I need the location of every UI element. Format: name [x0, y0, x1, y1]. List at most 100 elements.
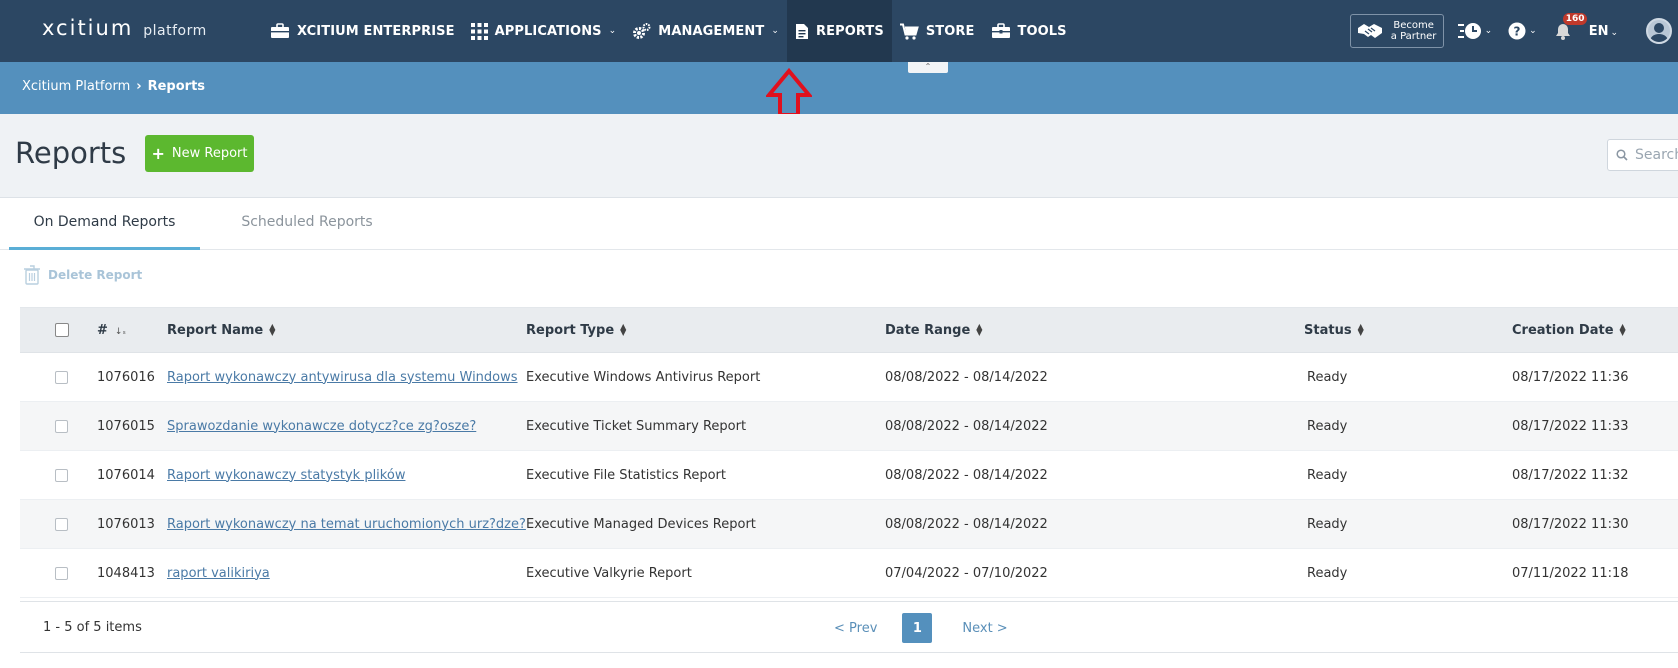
row-select-cell	[20, 566, 97, 580]
pagination: < Prev 1 Next >	[834, 613, 1008, 643]
sort-icon: ▲ ▼	[1357, 322, 1364, 337]
column-label: Status	[1304, 322, 1352, 338]
cell-date-range: 08/08/2022 - 08/14/2022	[885, 418, 1048, 434]
search-placeholder: Search	[1635, 147, 1678, 163]
page-title: Reports	[15, 136, 127, 170]
nav-label: APPLICATIONS	[494, 23, 602, 39]
breadcrumb-current: Reports	[147, 79, 206, 94]
tab-on-demand-reports[interactable]: On Demand Reports	[9, 198, 200, 250]
report-link[interactable]: raport valikiriya	[167, 566, 270, 581]
cell-type: Executive Valkyrie Report	[526, 565, 692, 581]
row-select-cell	[20, 370, 97, 384]
column-label: Report Name	[167, 322, 264, 338]
cell-name: Raport wykonawczy statystyk plików	[167, 468, 526, 483]
document-icon	[796, 23, 809, 39]
sort-icon: ▲ ▼	[976, 322, 983, 337]
cell-status: Ready	[1307, 369, 1348, 385]
gears-icon	[633, 22, 651, 39]
table-row: 1076015 Sprawozdanie wykonawcze dotycz?c…	[20, 402, 1678, 451]
plus-icon: +	[151, 144, 165, 163]
tab-scheduled-reports[interactable]: Scheduled Reports	[210, 198, 404, 250]
sort-icon: ▲ ▼	[269, 322, 276, 337]
help-icon: ?	[1508, 22, 1526, 40]
table-footer: 1 - 5 of 5 items < Prev 1 Next >	[20, 601, 1678, 653]
notifications-button[interactable]: 160	[1553, 13, 1588, 41]
row-checkbox[interactable]	[55, 419, 68, 433]
breadcrumb-root[interactable]: Xcitium Platform	[22, 79, 130, 94]
collapse-header-button[interactable]: ⌃	[908, 62, 948, 73]
report-link[interactable]: Raport wykonawczy na temat uruchomionych…	[167, 517, 526, 532]
language-label: EN	[1588, 23, 1609, 39]
help-dropdown[interactable]: ? ⌄	[1508, 22, 1537, 40]
nav-item-applications[interactable]: APPLICATIONS ⌄	[463, 0, 625, 62]
language-selector[interactable]: EN ⌄	[1589, 24, 1618, 39]
cell-created: 08/17/2022 11:36	[1512, 369, 1629, 385]
nav-label: XCITIUM ENTERPRISE	[297, 23, 455, 39]
nav-right: Become a Partner ⌄ ? ⌄ 160 EN ⌄	[1349, 0, 1678, 62]
nav-item-management[interactable]: MANAGEMENT ⌄	[624, 0, 787, 62]
report-link[interactable]: Sprawozdanie wykonawcze dotycz?ce zg?osz…	[167, 419, 476, 434]
cell-type: Executive Managed Devices Report	[526, 516, 756, 532]
chevron-down-icon: ⌄	[1484, 26, 1493, 36]
nav-item-reports[interactable]: REPORTS	[787, 0, 892, 62]
history-dropdown[interactable]: ⌄	[1457, 22, 1493, 40]
column-header-creation-date[interactable]: Creation Date ▲ ▼	[1512, 323, 1672, 338]
column-label: Date Range	[885, 322, 971, 338]
column-header-date-range[interactable]: Date Range ▲ ▼	[885, 323, 1304, 338]
reports-table: # ↓ₛ Report Name ▲ ▼ Report Type ▲ ▼ Date Ran…	[20, 307, 1678, 598]
column-header-status[interactable]: Status ▲ ▼	[1304, 323, 1512, 338]
partner-label: Become a Partner	[1390, 20, 1437, 42]
report-tabs: On Demand Reports Scheduled Reports	[0, 198, 1678, 250]
briefcase-icon	[271, 23, 289, 38]
column-header-id[interactable]: # ↓ₛ	[97, 323, 167, 338]
column-header-report-name[interactable]: Report Name ▲ ▼	[167, 323, 526, 338]
cell-status: Ready	[1307, 516, 1348, 532]
column-header-report-type[interactable]: Report Type ▲ ▼	[526, 323, 885, 338]
row-select-cell	[20, 517, 97, 531]
page-header: Reports + New Report Search	[0, 114, 1678, 198]
user-avatar[interactable]	[1646, 18, 1672, 44]
notification-count-badge: 160	[1562, 13, 1588, 25]
table-row: 1076013 Raport wykonawczy na temat uruch…	[20, 500, 1678, 549]
main-nav: XCITIUM ENTERPRISE APPLICATIONS ⌄ MANAGE…	[262, 0, 1075, 62]
new-report-button[interactable]: + New Report	[145, 135, 254, 172]
row-select-cell	[20, 468, 97, 482]
nav-item-xcitium-enterprise[interactable]: XCITIUM ENTERPRISE	[262, 0, 463, 62]
sort-numeric-icon: ↓ₛ	[114, 326, 126, 337]
page-1-button[interactable]: 1	[902, 613, 933, 643]
logo-brand: xcitium	[42, 16, 134, 40]
report-link[interactable]: Raport wykonawczy statystyk plików	[167, 468, 405, 483]
search-input[interactable]: Search	[1607, 139, 1678, 171]
row-checkbox[interactable]	[55, 468, 68, 482]
trash-icon	[24, 265, 40, 285]
column-label: Report Type	[526, 322, 615, 338]
delete-report-button[interactable]: Delete Report	[24, 265, 142, 285]
cell-type: Executive Ticket Summary Report	[526, 418, 747, 434]
cell-id: 1076014	[97, 467, 155, 483]
breadcrumb: Xcitium Platform › Reports	[22, 79, 205, 94]
cell-name: Raport wykonawczy antywirusa dla systemu…	[167, 370, 526, 385]
delete-report-label: Delete Report	[48, 268, 143, 282]
cell-date-range: 08/08/2022 - 08/14/2022	[885, 516, 1048, 532]
annotation-arrow-icon	[766, 68, 812, 117]
next-page-button[interactable]: Next >	[962, 621, 1007, 636]
cell-name: Sprawozdanie wykonawcze dotycz?ce zg?osz…	[167, 419, 526, 434]
report-link[interactable]: Raport wykonawczy antywirusa dla systemu…	[167, 370, 518, 385]
cart-icon	[899, 23, 919, 40]
row-checkbox[interactable]	[55, 517, 68, 531]
cell-status: Ready	[1307, 467, 1348, 483]
xcitium-logo[interactable]: xcitium platform	[42, 16, 207, 40]
row-checkbox[interactable]	[55, 370, 68, 384]
cell-type: Executive Windows Antivirus Report	[526, 369, 761, 385]
table-row: 1048413 raport valikiriya Executive Valk…	[20, 549, 1678, 598]
chevron-down-icon: ⌄	[1529, 26, 1537, 36]
table-row: 1076016 Raport wykonawczy antywirusa dla…	[20, 353, 1678, 402]
nav-item-tools[interactable]: TOOLS	[983, 0, 1075, 62]
row-checkbox[interactable]	[55, 566, 68, 580]
select-all-checkbox[interactable]	[54, 323, 69, 337]
column-label: Creation Date	[1512, 322, 1614, 338]
prev-page-button[interactable]: < Prev	[834, 621, 877, 636]
cell-id: 1076015	[97, 418, 155, 434]
nav-item-store[interactable]: STORE	[892, 0, 983, 62]
become-partner-button[interactable]: Become a Partner	[1349, 14, 1444, 48]
